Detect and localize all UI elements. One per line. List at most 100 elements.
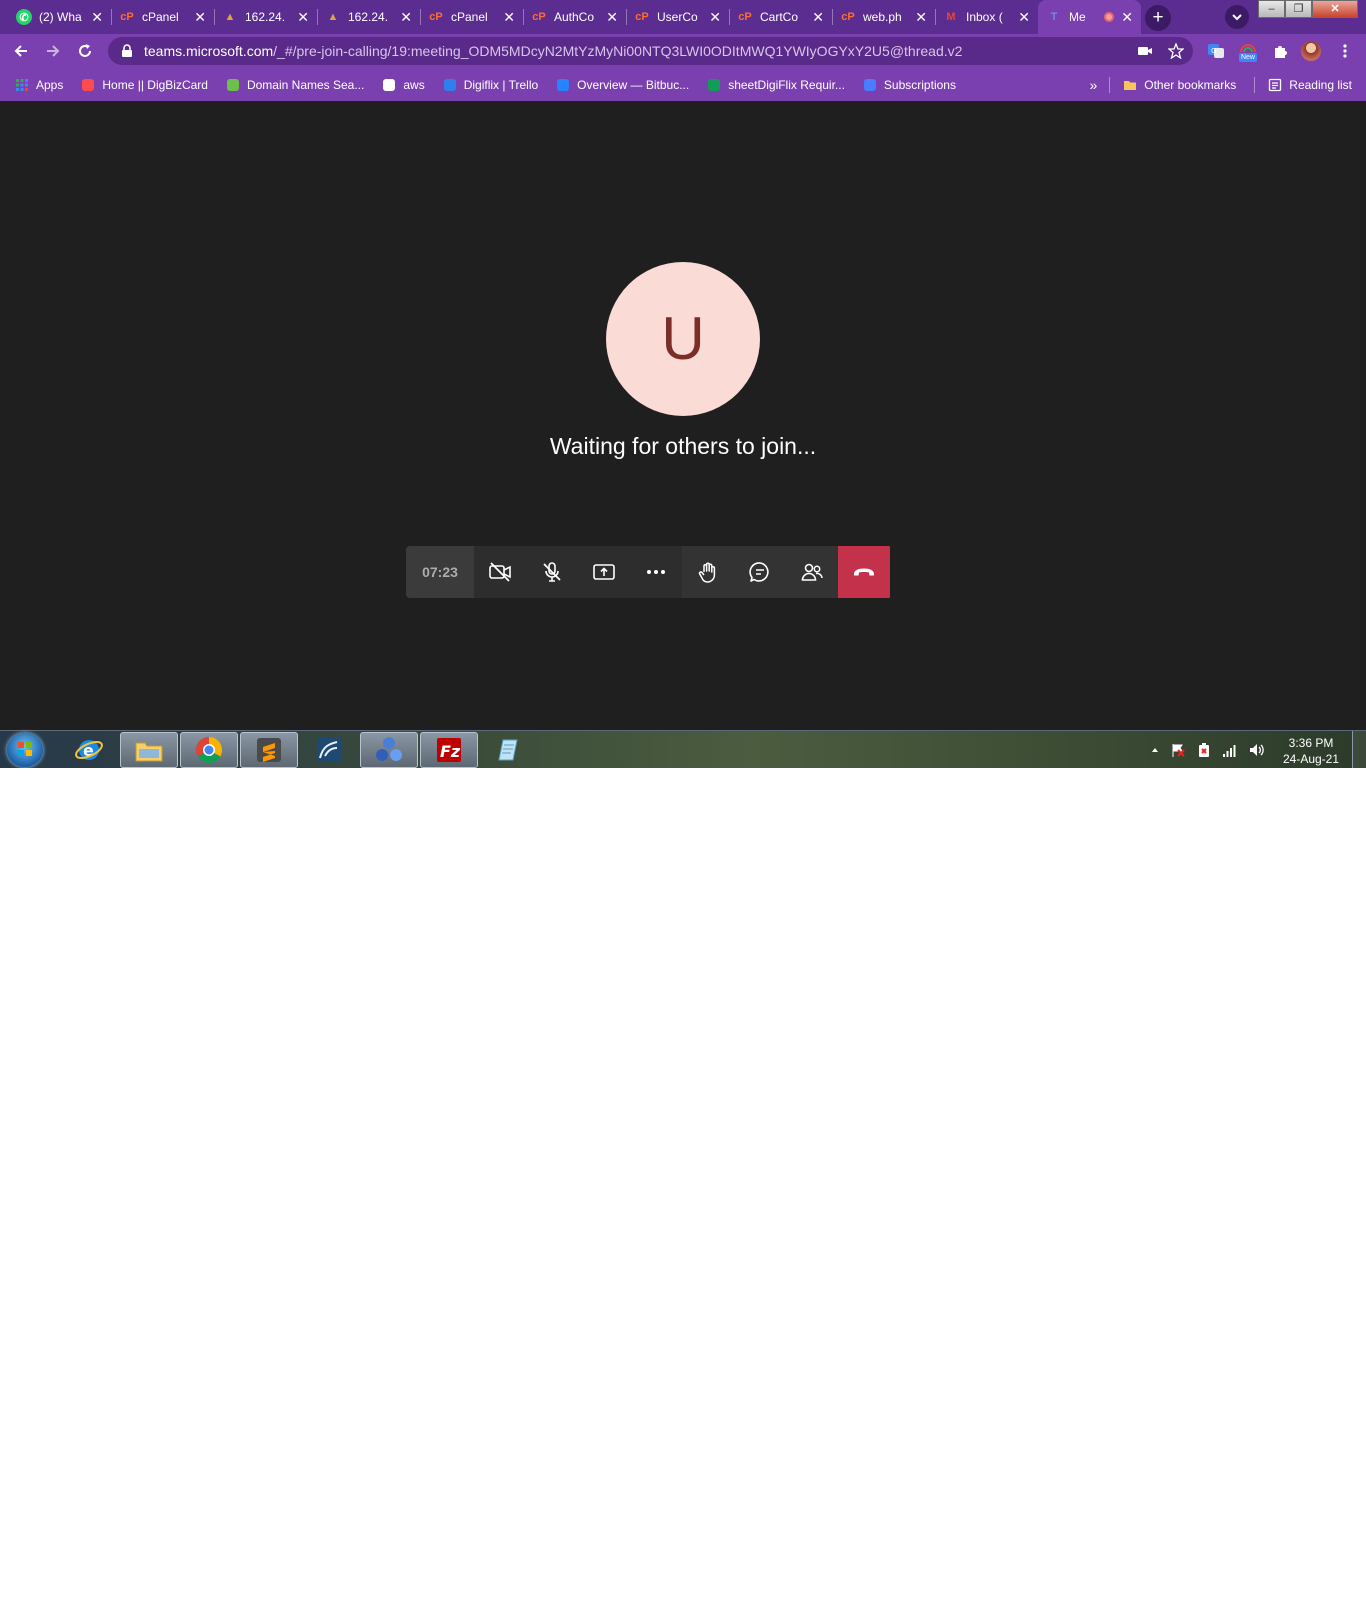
browser-tab[interactable]: cP UserCo ✕: [626, 0, 729, 34]
close-tab-icon[interactable]: ✕: [606, 10, 618, 24]
show-desktop-button[interactable]: [1352, 731, 1366, 768]
clock-time: 3:36 PM: [1288, 736, 1334, 750]
bookmark-item[interactable]: Digiflix | Trello: [442, 77, 538, 93]
bookmark-star-button[interactable]: [1164, 39, 1188, 63]
close-window-button[interactable]: ✕: [1312, 0, 1358, 18]
tomcat-icon: ▲: [224, 11, 236, 23]
taskbar-file-explorer[interactable]: [120, 732, 178, 768]
apps-grid-icon: [14, 77, 30, 93]
browser-menu-button[interactable]: [1333, 39, 1357, 63]
browser-tab[interactable]: cP CartCo ✕: [729, 0, 832, 34]
bookmarks-overflow-button[interactable]: »: [1089, 77, 1097, 93]
browser-tab[interactable]: cP cPanel ✕: [111, 0, 214, 34]
network-signal-icon[interactable]: [1222, 742, 1238, 758]
camera-in-use-button[interactable]: [1133, 39, 1157, 63]
participants-button[interactable]: [786, 546, 838, 598]
close-tab-icon[interactable]: ✕: [297, 10, 309, 24]
browser-tab[interactable]: ▲ 162.24. ✕: [214, 0, 317, 34]
bookmark-item[interactable]: Apps: [14, 77, 63, 93]
bookmark-label: Subscriptions: [883, 77, 956, 92]
camera-toggle-button[interactable]: [474, 546, 526, 598]
new-tab-button[interactable]: +: [1145, 5, 1171, 31]
folder-icon: [1122, 77, 1138, 93]
rainbow-extension[interactable]: New: [1236, 39, 1260, 63]
browser-tab[interactable]: T Me ✕: [1038, 0, 1141, 34]
close-tab-icon[interactable]: ✕: [1018, 10, 1030, 24]
other-bookmarks[interactable]: Other bookmarks: [1122, 77, 1236, 93]
reload-button[interactable]: [73, 39, 97, 63]
mic-toggle-button[interactable]: [526, 546, 578, 598]
taskbar-app[interactable]: [360, 732, 418, 768]
close-tab-icon[interactable]: ✕: [709, 10, 721, 24]
taskbar-notepad[interactable]: [480, 732, 538, 768]
show-hidden-icons[interactable]: [1150, 745, 1160, 755]
close-tab-icon[interactable]: ✕: [400, 10, 412, 24]
camera-off-icon: [489, 562, 511, 582]
forward-button[interactable]: [41, 39, 65, 63]
start-button[interactable]: [7, 733, 43, 767]
close-tab-icon[interactable]: ✕: [503, 10, 515, 24]
domain-search-icon: [225, 77, 241, 93]
whatsapp-icon: ✆: [16, 9, 32, 25]
bookmark-item[interactable]: Overview — Bitbuc...: [555, 77, 689, 93]
chat-button[interactable]: [734, 546, 786, 598]
google-translate-extension[interactable]: G: [1204, 39, 1228, 63]
browser-tab[interactable]: cP web.ph ✕: [832, 0, 935, 34]
volume-icon[interactable]: [1248, 742, 1264, 758]
browser-tab[interactable]: cP AuthCo ✕: [523, 0, 626, 34]
bookmark-item[interactable]: aws: [381, 77, 425, 93]
bookmarks-divider: [1254, 76, 1256, 93]
lock-icon: [122, 44, 132, 57]
bookmark-item[interactable]: Subscriptions: [862, 77, 956, 93]
tab-search-button[interactable]: [1225, 5, 1249, 29]
raise-hand-button[interactable]: [682, 546, 734, 598]
more-options-button[interactable]: [630, 546, 682, 598]
taskbar-chrome[interactable]: [180, 732, 238, 768]
system-clock[interactable]: 3:36 PM 24-Aug-21: [1268, 735, 1354, 767]
close-tab-icon[interactable]: ✕: [812, 10, 824, 24]
extensions-button[interactable]: [1268, 39, 1292, 63]
avatar: [1301, 41, 1321, 61]
browser-tab[interactable]: M Inbox (✕: [935, 0, 1038, 34]
bookmark-item[interactable]: Home || DigBizCard: [80, 77, 208, 93]
battery-warning-icon[interactable]: [1196, 742, 1212, 758]
profile-avatar[interactable]: [1299, 39, 1323, 63]
restore-button[interactable]: ❐: [1285, 0, 1312, 18]
taskbar-sublime-text[interactable]: [240, 732, 298, 768]
bitbucket-icon: [555, 77, 571, 93]
taskbar-filezilla[interactable]: Fz: [420, 732, 478, 768]
google-sheets-icon: [706, 77, 722, 93]
action-center-flag-icon[interactable]: [1170, 742, 1186, 758]
app-icon: [376, 737, 402, 761]
cpanel-icon: cP: [120, 11, 134, 23]
close-tab-icon[interactable]: ✕: [91, 10, 103, 24]
bookmark-item[interactable]: Domain Names Sea...: [225, 77, 364, 93]
reading-list-label: Reading list: [1289, 77, 1352, 92]
minimize-button[interactable]: –: [1258, 0, 1285, 18]
cpanel-icon: cP: [738, 11, 752, 23]
close-tab-icon[interactable]: ✕: [1121, 10, 1133, 24]
taskbar-internet-explorer[interactable]: e: [60, 732, 118, 768]
close-tab-icon[interactable]: ✕: [915, 10, 927, 24]
trello-icon: [442, 77, 458, 93]
internet-explorer-icon: e: [75, 740, 103, 760]
reading-list[interactable]: Reading list: [1267, 77, 1352, 93]
hang-up-button[interactable]: [838, 546, 890, 598]
waiting-status: Waiting for others to join...: [549, 433, 817, 459]
back-button[interactable]: [9, 39, 33, 63]
sublime-text-icon: [257, 738, 281, 762]
browser-tab[interactable]: ✆ (2) Wha ✕: [8, 0, 111, 34]
close-tab-icon[interactable]: ✕: [194, 10, 206, 24]
cpanel-icon: cP: [841, 11, 855, 23]
translate-icon: G: [1208, 44, 1224, 58]
taskbar-mysql-workbench[interactable]: [300, 732, 358, 768]
tab-title: Inbox (: [966, 10, 1003, 24]
address-bar[interactable]: teams.microsoft.com/_#/pre-join-calling/…: [108, 37, 1193, 65]
reload-icon: [79, 44, 91, 57]
browser-tab[interactable]: cP cPanel ✕: [420, 0, 523, 34]
browser-tab[interactable]: ▲ 162.24. ✕: [317, 0, 420, 34]
bookmark-item[interactable]: sheetDigiFlix Requir...: [706, 77, 845, 93]
url-host: teams.microsoft.com: [144, 43, 274, 59]
puzzle-icon: [1275, 46, 1287, 58]
share-screen-button[interactable]: [578, 546, 630, 598]
